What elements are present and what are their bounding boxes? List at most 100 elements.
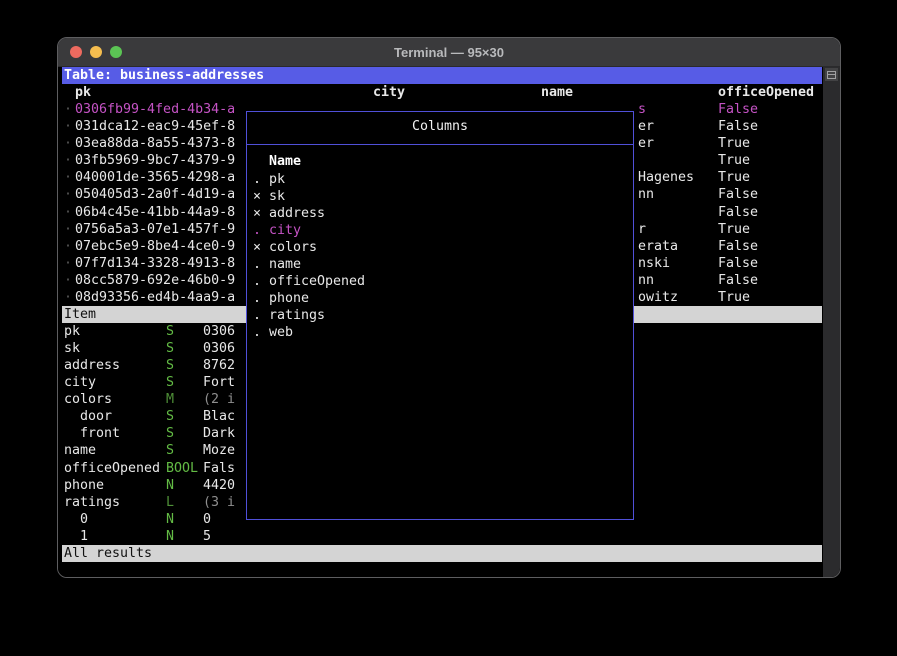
officeopened-cell: False	[718, 238, 758, 255]
item-value: (2 i	[203, 391, 235, 408]
item-key: city	[64, 374, 96, 391]
column-option-colors[interactable]: ×colors	[247, 239, 633, 256]
item-key: address	[64, 357, 120, 374]
item-value: 5	[203, 528, 211, 545]
visibility-marker-icon: .	[253, 171, 261, 188]
columns-dialog-separator	[247, 144, 633, 145]
officeopened-cell: False	[718, 204, 758, 221]
column-option-web[interactable]: . web	[247, 324, 633, 341]
window-controls	[70, 46, 122, 58]
visibility-marker-icon: .	[253, 324, 261, 341]
column-option-label: phone	[269, 290, 309, 307]
status-bar: All results	[62, 545, 822, 562]
close-button[interactable]	[70, 46, 82, 58]
visibility-marker-icon: .	[253, 256, 261, 273]
visibility-marker-icon: .	[253, 290, 261, 307]
column-option-address[interactable]: ×address	[247, 205, 633, 222]
column-option-label: sk	[269, 188, 285, 205]
item-type-badge: L	[166, 494, 174, 511]
pk-cell: 06b4c45e-41bb-44a9-8	[75, 204, 235, 221]
name-cell: nn	[638, 186, 654, 203]
column-option-sk[interactable]: × sk	[247, 188, 633, 205]
column-option-label: web	[269, 324, 293, 341]
name-cell: nski	[638, 255, 670, 272]
item-value: 0306	[203, 340, 235, 357]
officeopened-cell: False	[718, 255, 758, 272]
window-title: Terminal — 95×30	[394, 45, 504, 60]
pk-cell: 040001de-3565-4298-a	[75, 169, 235, 186]
visibility-marker-icon: .	[253, 307, 261, 324]
pk-cell: 03ea88da-8a55-4373-8	[75, 135, 235, 152]
item-key: phone	[64, 477, 104, 494]
name-cell: owitz	[638, 289, 678, 306]
officeopened-cell: False	[718, 118, 758, 135]
column-header-name: name	[541, 84, 573, 101]
item-value: 0306	[203, 323, 235, 340]
visibility-marker-icon: ×	[253, 188, 261, 205]
item-value: 4420	[203, 477, 235, 494]
scrollbar[interactable]	[823, 67, 840, 578]
row-bullet-icon: ·	[64, 152, 72, 169]
name-cell: er	[638, 135, 654, 152]
minimize-button[interactable]	[90, 46, 102, 58]
item-key: colors	[64, 391, 112, 408]
column-option-label: officeOpened	[269, 273, 365, 290]
item-key: ratings	[64, 494, 120, 511]
item-type-badge: S	[166, 374, 174, 391]
column-header-officeopened: officeOpened	[718, 84, 814, 101]
split-pane-icon[interactable]	[825, 68, 838, 81]
item-type-badge: S	[166, 357, 174, 374]
officeopened-cell: False	[718, 186, 758, 203]
item-type-badge: N	[166, 511, 174, 528]
column-header-city: city	[373, 84, 405, 101]
column-option-officeOpened[interactable]: .officeOpened	[247, 273, 633, 290]
pk-cell: 07f7d134-3328-4913-8	[75, 255, 235, 272]
pk-cell: 08cc5879-692e-46b0-9	[75, 272, 235, 289]
column-option-name[interactable]: . name	[247, 256, 633, 273]
column-option-label: name	[269, 256, 301, 273]
pk-cell: 050405d3-2a0f-4d19-a	[75, 186, 235, 203]
row-bullet-icon: ·	[64, 272, 72, 289]
item-type-badge: BOOL	[166, 460, 198, 477]
column-option-label: ratings	[269, 307, 325, 324]
table-title-bar: Table: business-addresses	[62, 67, 822, 84]
officeopened-cell: True	[718, 135, 750, 152]
row-bullet-icon: ·	[64, 186, 72, 203]
zoom-button[interactable]	[110, 46, 122, 58]
row-bullet-icon: ·	[64, 118, 72, 135]
row-bullet-icon: ·	[64, 101, 72, 118]
pk-cell: 031dca12-eac9-45ef-8	[75, 118, 235, 135]
columns-dialog-name-header: Name	[269, 153, 301, 170]
item-row[interactable]: 1N5	[62, 528, 822, 545]
column-header-pk: pk	[75, 84, 91, 101]
table-title-label: Table: business-addresses	[64, 67, 264, 84]
pk-cell: 0306fb99-4fed-4b34-a	[75, 101, 235, 118]
name-cell: s	[638, 101, 646, 118]
item-value: Dark	[203, 425, 235, 442]
status-bar-label: All results	[64, 545, 152, 562]
name-cell: nn	[638, 272, 654, 289]
item-key: pk	[64, 323, 80, 340]
item-type-badge: S	[166, 323, 174, 340]
item-value: Moze	[203, 442, 235, 459]
officeopened-cell: False	[718, 101, 758, 118]
terminal-window: Terminal — 95×30 Table: business-address…	[57, 37, 841, 578]
item-key: 1	[80, 528, 88, 545]
name-cell: r	[638, 221, 646, 238]
column-option-pk[interactable]: .pk	[247, 171, 633, 188]
column-option-city[interactable]: .city	[247, 222, 633, 239]
row-bullet-icon: ·	[64, 238, 72, 255]
pk-cell: 03fb5969-9bc7-4379-9	[75, 152, 235, 169]
item-value: Fals	[203, 460, 235, 477]
window-titlebar[interactable]: Terminal — 95×30	[58, 38, 840, 67]
item-type-badge: S	[166, 425, 174, 442]
item-type-badge: S	[166, 442, 174, 459]
row-bullet-icon: ·	[64, 204, 72, 221]
officeopened-cell: False	[718, 272, 758, 289]
terminal-screen: Table: business-addresses pk city name o…	[58, 67, 840, 578]
item-value: 8762	[203, 357, 235, 374]
item-value: (3 i	[203, 494, 235, 511]
terminal-content: Table: business-addresses pk city name o…	[62, 67, 822, 578]
column-option-ratings[interactable]: . ratings	[247, 307, 633, 324]
column-option-phone[interactable]: . phone	[247, 290, 633, 307]
